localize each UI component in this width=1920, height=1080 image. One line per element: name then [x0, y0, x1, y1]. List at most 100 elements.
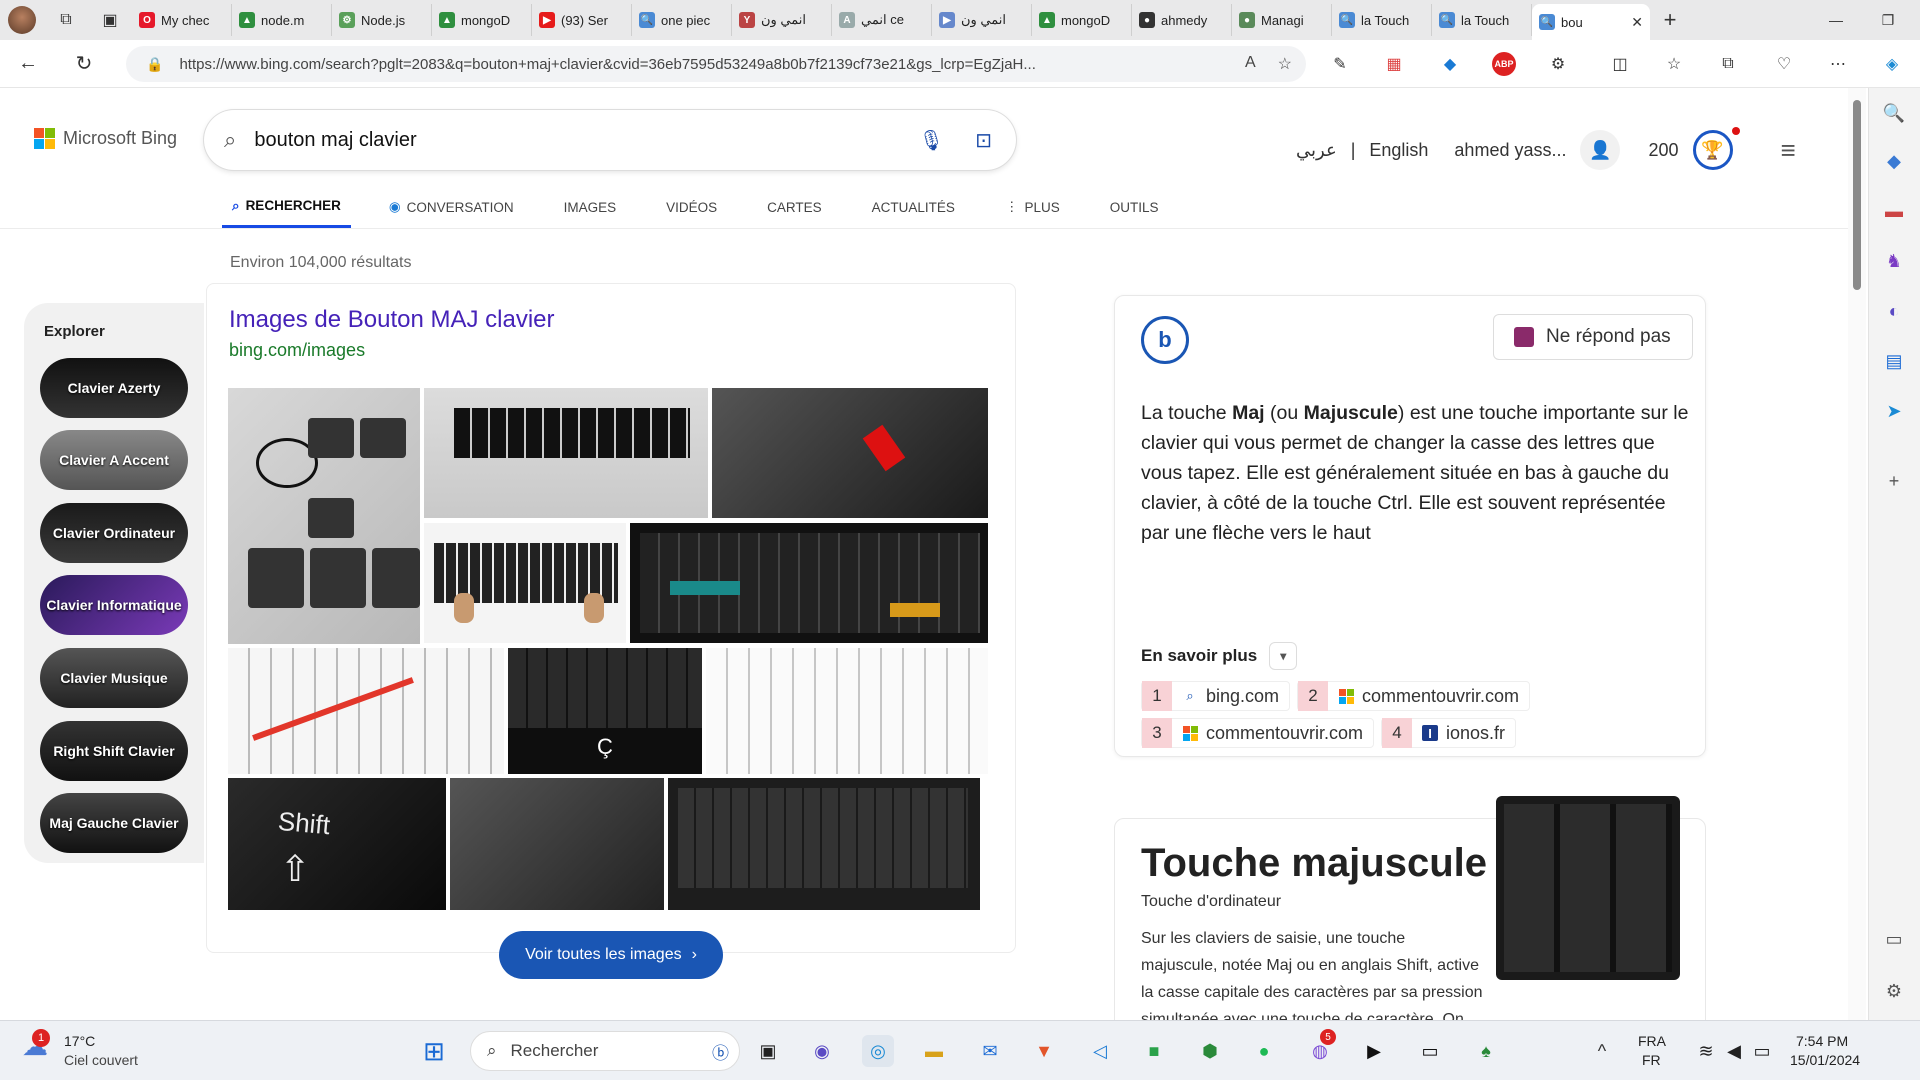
sidebar-toggle-icon[interactable]: ▭	[1881, 926, 1907, 952]
tab-maps[interactable]: CARTES	[741, 186, 846, 228]
user-name[interactable]: ahmed yass...	[1454, 140, 1566, 161]
brave-icon[interactable]: ▼	[1028, 1035, 1060, 1067]
browser-tab[interactable]: Y انمي ون	[732, 4, 832, 36]
images-source-link[interactable]: bing.com/images	[229, 340, 365, 361]
tab-more[interactable]: ⋮ PLUS	[979, 186, 1084, 228]
clock-date[interactable]: 15/01/2024	[1790, 1052, 1860, 1068]
explore-chip[interactable]: Clavier Informatique	[40, 575, 188, 635]
image-result[interactable]	[424, 388, 708, 518]
citation-link[interactable]: 2 commentouvrir.com	[1297, 681, 1531, 711]
image-result[interactable]	[424, 523, 626, 643]
image-result[interactable]: Ç	[508, 648, 702, 774]
image-result[interactable]	[630, 523, 988, 643]
images-title-link[interactable]: Images de Bouton MAJ clavier	[229, 306, 555, 334]
send-icon[interactable]: ➤	[1881, 398, 1907, 424]
edge-icon[interactable]: ◎	[862, 1035, 894, 1067]
explore-chip[interactable]: Clavier Azerty	[40, 358, 188, 418]
read-aloud-icon[interactable]: A	[1245, 54, 1256, 74]
back-button[interactable]: ←	[0, 52, 56, 75]
citation-link[interactable]: 1 ⌕ bing.com	[1141, 681, 1291, 711]
bing-logo[interactable]: Microsoft Bing	[34, 128, 177, 149]
collections-icon[interactable]: ⧉	[1716, 52, 1740, 76]
browser-tab[interactable]: ▶ (93) Ser	[532, 4, 632, 36]
tab-actions-icon[interactable]: ▣	[88, 0, 132, 40]
explore-chip[interactable]: Maj Gauche Clavier	[40, 793, 188, 853]
knowledge-image[interactable]	[1496, 796, 1680, 980]
browser-tab[interactable]: ▲ mongoD	[1032, 4, 1132, 36]
tag-icon[interactable]: ◆	[1881, 148, 1907, 174]
favorites-icon[interactable]: ☆	[1662, 52, 1686, 76]
extensions-icon[interactable]: ⚙	[1546, 52, 1570, 76]
lang-english-link[interactable]: English	[1369, 140, 1428, 161]
page-scrollbar[interactable]	[1848, 88, 1866, 1020]
office-icon[interactable]: ◐	[1881, 298, 1907, 324]
citation-link[interactable]: 4 Iionos.fr	[1381, 718, 1517, 748]
image-result[interactable]	[228, 648, 504, 774]
performance-icon[interactable]: ♡	[1772, 52, 1796, 76]
tab-conversation[interactable]: ◉ CONVERSATION	[351, 186, 538, 228]
toolbox-icon[interactable]: ▬	[1881, 198, 1907, 224]
browser-tab[interactable]: ⚙ Node.js	[332, 4, 432, 36]
browser-tab[interactable]: A انمي ce	[832, 4, 932, 36]
split-screen-icon[interactable]: ◫	[1608, 52, 1632, 76]
browser-tab[interactable]: ● Managi	[1232, 4, 1332, 36]
meet-icon[interactable]: ■	[1138, 1035, 1170, 1067]
hamburger-menu-icon[interactable]: ≡	[1781, 135, 1796, 166]
image-result[interactable]: Shift ⇧	[228, 778, 446, 910]
keyboard-layout[interactable]: FR	[1642, 1052, 1661, 1068]
clock-time[interactable]: 7:54 PM	[1796, 1033, 1848, 1049]
browser-tab[interactable]: 🔍 la Touch	[1332, 4, 1432, 36]
lang-arabic-link[interactable]: عربي	[1296, 140, 1337, 161]
browser-tab[interactable]: 🔍 la Touch	[1432, 4, 1532, 36]
window-close-button[interactable]	[1912, 0, 1920, 40]
browser-tab[interactable]: 🔍 one piec	[632, 4, 732, 36]
settings-gear-icon[interactable]: ⚙	[1881, 978, 1907, 1004]
rewards-points[interactable]: 200	[1648, 140, 1678, 161]
taskbar-search[interactable]: ⌕ Rechercher ⓑ	[470, 1031, 740, 1071]
games-icon[interactable]: ♞	[1881, 248, 1907, 274]
file-explorer-icon[interactable]: ▬	[918, 1035, 950, 1067]
close-tab-icon[interactable]: ✕	[1631, 14, 1643, 31]
address-field[interactable]: 🔒 https://www.bing.com/search?pglt=2083&…	[126, 46, 1306, 82]
image-result[interactable]	[712, 388, 988, 518]
browser-tab[interactable]: ▶ انمي ون	[932, 4, 1032, 36]
copilot-icon[interactable]: ◈	[1880, 52, 1904, 76]
battery-icon[interactable]: ▭	[1746, 1035, 1778, 1067]
browser-tab[interactable]: 🔍 bou ✕	[1532, 4, 1650, 40]
image-result[interactable]	[228, 388, 420, 644]
teams-icon[interactable]: ◉	[806, 1035, 838, 1067]
scrollbar-thumb[interactable]	[1853, 100, 1861, 290]
mongodb-icon[interactable]: ♠	[1470, 1035, 1502, 1067]
search-box[interactable]: ⌕ bouton maj clavier 🎙 ⊡	[204, 110, 1016, 170]
explore-chip[interactable]: Right Shift Clavier	[40, 721, 188, 781]
windows-start-icon[interactable]: ⊞	[418, 1035, 450, 1067]
image-result[interactable]	[668, 778, 980, 910]
explore-chip[interactable]: Clavier Ordinateur	[40, 503, 188, 563]
window-minimize-button[interactable]: —	[1808, 0, 1864, 40]
browser-tab[interactable]: O My chec	[132, 4, 232, 36]
image-result[interactable]	[706, 648, 988, 774]
microphone-icon[interactable]: 🎙	[919, 128, 944, 153]
learn-more[interactable]: En savoir plus ▾	[1141, 642, 1298, 670]
input-language[interactable]: FRA	[1638, 1033, 1666, 1049]
outlook-icon[interactable]: ▤	[1881, 348, 1907, 374]
rewards-trophy-icon[interactable]: 🏆	[1692, 127, 1740, 170]
browser-tab[interactable]: ▲ node.m	[232, 4, 332, 36]
node-icon[interactable]: ⬢	[1194, 1035, 1226, 1067]
tab-images[interactable]: IMAGES	[538, 186, 641, 228]
refresh-button[interactable]: ↻	[56, 51, 112, 76]
user-avatar-icon[interactable]: 👤	[1580, 130, 1621, 170]
not-responding-button[interactable]: Ne répond pas	[1493, 314, 1693, 360]
tab-tools[interactable]: OUTILS	[1084, 186, 1183, 228]
tab-news[interactable]: ACTUALITÉS	[846, 186, 979, 228]
tab-videos[interactable]: VIDÉOS	[640, 186, 741, 228]
chevron-up-icon[interactable]: ^	[1586, 1035, 1618, 1067]
window-restore-button[interactable]: ❐	[1860, 0, 1916, 40]
terminal-icon[interactable]: ▭	[1414, 1035, 1446, 1067]
browser-tab[interactable]: ● ahmedy	[1132, 4, 1232, 36]
weather-temp[interactable]: 17°C	[64, 1033, 95, 1049]
diamond-ext-icon[interactable]: ◆	[1438, 52, 1462, 76]
calendar-ext-icon[interactable]: ▦	[1382, 52, 1406, 76]
citation-link[interactable]: 3 commentouvrir.com	[1141, 718, 1375, 748]
see-all-images-button[interactable]: Voir toutes les images ›	[499, 931, 723, 979]
